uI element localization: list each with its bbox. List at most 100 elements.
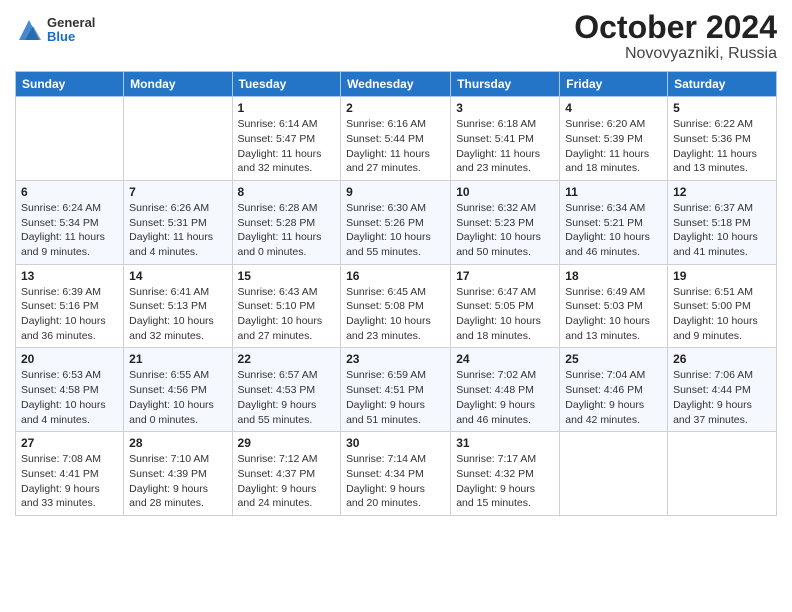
day-number: 22 bbox=[238, 352, 336, 366]
col-header-sunday: Sunday bbox=[16, 72, 124, 97]
day-number: 5 bbox=[673, 101, 771, 115]
col-header-monday: Monday bbox=[124, 72, 232, 97]
day-cell bbox=[124, 97, 232, 181]
week-row-3: 13Sunrise: 6:39 AMSunset: 5:16 PMDayligh… bbox=[16, 264, 777, 348]
logo: General Blue bbox=[15, 16, 95, 45]
day-detail: Sunrise: 6:45 AMSunset: 5:08 PMDaylight:… bbox=[346, 285, 445, 344]
day-detail: Sunrise: 6:26 AMSunset: 5:31 PMDaylight:… bbox=[129, 201, 226, 260]
calendar-header-row: SundayMondayTuesdayWednesdayThursdayFrid… bbox=[16, 72, 777, 97]
day-number: 26 bbox=[673, 352, 771, 366]
day-cell: 27 Sunrise: 7:08 AMSunset: 4:41 PMDayligh… bbox=[16, 432, 124, 516]
day-number: 4 bbox=[565, 101, 662, 115]
day-detail: Sunrise: 6:57 AMSunset: 4:53 PMDaylight:… bbox=[238, 368, 336, 427]
day-cell: 15Sunrise: 6:43 AMSunset: 5:10 PMDayligh… bbox=[232, 264, 341, 348]
day-cell: 31Sunrise: 7:17 AMSunset: 4:32 PMDayligh… bbox=[451, 432, 560, 516]
day-number: 23 bbox=[346, 352, 445, 366]
day-number: 30 bbox=[346, 436, 445, 450]
day-cell: 8 Sunrise: 6:28 AMSunset: 5:28 PMDaylight… bbox=[232, 180, 341, 264]
day-number: 2 bbox=[346, 101, 445, 115]
day-number: 19 bbox=[673, 269, 771, 283]
logo-blue: Blue bbox=[47, 30, 95, 44]
day-number: 11 bbox=[565, 185, 662, 199]
day-number: 31 bbox=[456, 436, 554, 450]
day-detail: Sunrise: 6:59 AMSunset: 4:51 PMDaylight:… bbox=[346, 368, 445, 427]
day-detail: Sunrise: 6:47 AMSunset: 5:05 PMDaylight:… bbox=[456, 285, 554, 344]
day-cell: 20Sunrise: 6:53 AMSunset: 4:58 PMDayligh… bbox=[16, 348, 124, 432]
day-detail: Sunrise: 7:06 AMSunset: 4:44 PMDaylight:… bbox=[673, 368, 771, 427]
day-detail: Sunrise: 6:32 AMSunset: 5:23 PMDaylight:… bbox=[456, 201, 554, 260]
day-number: 14 bbox=[129, 269, 226, 283]
day-cell: 12Sunrise: 6:37 AMSunset: 5:18 PMDayligh… bbox=[668, 180, 777, 264]
day-cell: 4 Sunrise: 6:20 AMSunset: 5:39 PMDaylight… bbox=[560, 97, 668, 181]
day-number: 1 bbox=[238, 101, 336, 115]
day-cell: 3Sunrise: 6:18 AMSunset: 5:41 PMDaylight… bbox=[451, 97, 560, 181]
day-number: 9 bbox=[346, 185, 445, 199]
day-detail: Sunrise: 6:39 AMSunset: 5:16 PMDaylight:… bbox=[21, 285, 118, 344]
day-detail: Sunrise: 7:02 AMSunset: 4:48 PMDaylight:… bbox=[456, 368, 554, 427]
day-detail: Sunrise: 6:41 AMSunset: 5:13 PMDaylight:… bbox=[129, 285, 226, 344]
day-cell: 1Sunrise: 6:14 AMSunset: 5:47 PMDaylight… bbox=[232, 97, 341, 181]
day-cell: 6 Sunrise: 6:24 AMSunset: 5:34 PMDaylight… bbox=[16, 180, 124, 264]
day-cell: 19 Sunrise: 6:51 AMSunset: 5:00 PMDayligh… bbox=[668, 264, 777, 348]
day-detail: Sunrise: 7:10 AMSunset: 4:39 PMDaylight:… bbox=[129, 452, 226, 511]
calendar-table: SundayMondayTuesdayWednesdayThursdayFrid… bbox=[15, 71, 777, 516]
day-number: 3 bbox=[456, 101, 554, 115]
day-detail: Sunrise: 6:51 AMSunset: 5:00 PMDaylight:… bbox=[673, 285, 771, 344]
day-detail: Sunrise: 7:08 AMSunset: 4:41 PMDaylight:… bbox=[21, 452, 118, 511]
day-cell: 17 Sunrise: 6:47 AMSunset: 5:05 PMDayligh… bbox=[451, 264, 560, 348]
header: General Blue October 2024 Novovyazniki, … bbox=[15, 10, 777, 63]
calendar-title: October 2024 bbox=[574, 10, 777, 45]
day-cell: 14 Sunrise: 6:41 AMSunset: 5:13 PMDayligh… bbox=[124, 264, 232, 348]
week-row-2: 6 Sunrise: 6:24 AMSunset: 5:34 PMDaylight… bbox=[16, 180, 777, 264]
title-block: October 2024 Novovyazniki, Russia bbox=[574, 10, 777, 63]
day-detail: Sunrise: 6:24 AMSunset: 5:34 PMDaylight:… bbox=[21, 201, 118, 260]
day-number: 8 bbox=[238, 185, 336, 199]
day-number: 25 bbox=[565, 352, 662, 366]
day-number: 28 bbox=[129, 436, 226, 450]
day-number: 6 bbox=[21, 185, 118, 199]
day-detail: Sunrise: 6:34 AMSunset: 5:21 PMDaylight:… bbox=[565, 201, 662, 260]
day-cell: 13Sunrise: 6:39 AMSunset: 5:16 PMDayligh… bbox=[16, 264, 124, 348]
day-cell: 25 Sunrise: 7:04 AMSunset: 4:46 PMDayligh… bbox=[560, 348, 668, 432]
day-cell: 2 Sunrise: 6:16 AMSunset: 5:44 PMDaylight… bbox=[341, 97, 451, 181]
day-number: 16 bbox=[346, 269, 445, 283]
day-cell: 30Sunrise: 7:14 AMSunset: 4:34 PMDayligh… bbox=[341, 432, 451, 516]
logo-text: General Blue bbox=[47, 16, 95, 45]
day-detail: Sunrise: 6:55 AMSunset: 4:56 PMDaylight:… bbox=[129, 368, 226, 427]
day-number: 18 bbox=[565, 269, 662, 283]
day-number: 27 bbox=[21, 436, 118, 450]
col-header-tuesday: Tuesday bbox=[232, 72, 341, 97]
day-cell bbox=[668, 432, 777, 516]
day-cell bbox=[16, 97, 124, 181]
day-cell: 23 Sunrise: 6:59 AMSunset: 4:51 PMDayligh… bbox=[341, 348, 451, 432]
page: General Blue October 2024 Novovyazniki, … bbox=[0, 0, 792, 612]
day-number: 10 bbox=[456, 185, 554, 199]
week-row-5: 27 Sunrise: 7:08 AMSunset: 4:41 PMDayligh… bbox=[16, 432, 777, 516]
col-header-wednesday: Wednesday bbox=[341, 72, 451, 97]
day-number: 24 bbox=[456, 352, 554, 366]
day-number: 21 bbox=[129, 352, 226, 366]
day-detail: Sunrise: 6:43 AMSunset: 5:10 PMDaylight:… bbox=[238, 285, 336, 344]
day-number: 7 bbox=[129, 185, 226, 199]
day-cell: 29Sunrise: 7:12 AMSunset: 4:37 PMDayligh… bbox=[232, 432, 341, 516]
day-cell: 7 Sunrise: 6:26 AMSunset: 5:31 PMDaylight… bbox=[124, 180, 232, 264]
week-row-4: 20Sunrise: 6:53 AMSunset: 4:58 PMDayligh… bbox=[16, 348, 777, 432]
day-cell: 22 Sunrise: 6:57 AMSunset: 4:53 PMDayligh… bbox=[232, 348, 341, 432]
day-detail: Sunrise: 6:37 AMSunset: 5:18 PMDaylight:… bbox=[673, 201, 771, 260]
day-cell: 26 Sunrise: 7:06 AMSunset: 4:44 PMDayligh… bbox=[668, 348, 777, 432]
logo-icon bbox=[15, 16, 43, 44]
day-detail: Sunrise: 6:22 AMSunset: 5:36 PMDaylight:… bbox=[673, 117, 771, 176]
col-header-saturday: Saturday bbox=[668, 72, 777, 97]
day-detail: Sunrise: 6:28 AMSunset: 5:28 PMDaylight:… bbox=[238, 201, 336, 260]
day-detail: Sunrise: 6:49 AMSunset: 5:03 PMDaylight:… bbox=[565, 285, 662, 344]
week-row-1: 1Sunrise: 6:14 AMSunset: 5:47 PMDaylight… bbox=[16, 97, 777, 181]
day-cell: 18 Sunrise: 6:49 AMSunset: 5:03 PMDayligh… bbox=[560, 264, 668, 348]
day-number: 17 bbox=[456, 269, 554, 283]
day-cell: 9Sunrise: 6:30 AMSunset: 5:26 PMDaylight… bbox=[341, 180, 451, 264]
day-detail: Sunrise: 7:04 AMSunset: 4:46 PMDaylight:… bbox=[565, 368, 662, 427]
day-cell: 10 Sunrise: 6:32 AMSunset: 5:23 PMDayligh… bbox=[451, 180, 560, 264]
day-detail: Sunrise: 6:16 AMSunset: 5:44 PMDaylight:… bbox=[346, 117, 445, 176]
day-detail: Sunrise: 6:20 AMSunset: 5:39 PMDaylight:… bbox=[565, 117, 662, 176]
col-header-thursday: Thursday bbox=[451, 72, 560, 97]
day-detail: Sunrise: 7:12 AMSunset: 4:37 PMDaylight:… bbox=[238, 452, 336, 511]
